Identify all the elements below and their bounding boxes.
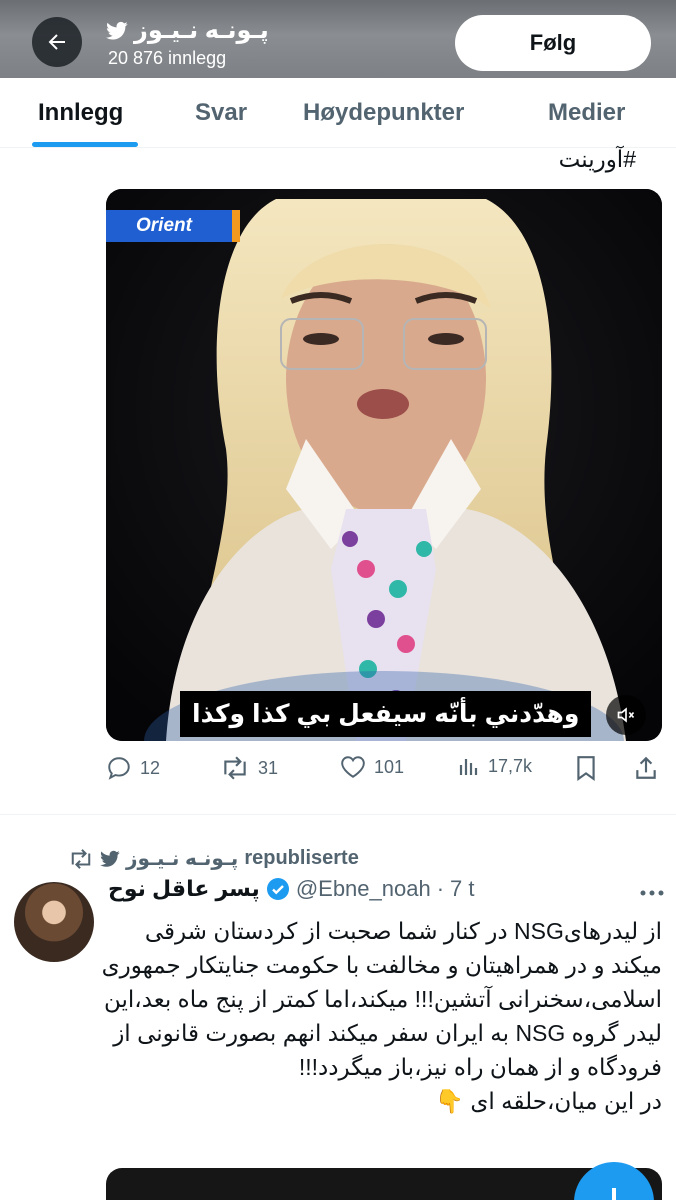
dot-separator: · — [436, 876, 445, 901]
views-chart-icon — [459, 759, 478, 775]
orient-logo-text: Orient — [136, 215, 192, 236]
profile-name: پـونـه نـیـوز — [134, 17, 269, 44]
back-button[interactable] — [32, 17, 82, 67]
mute-button[interactable] — [606, 695, 646, 735]
video-caption: وهدّدني بأنّه سيفعل بي كذا وكذا — [180, 691, 592, 737]
bookmark-icon — [577, 756, 595, 781]
tab-posts[interactable]: Innlegg — [38, 78, 123, 148]
views-count: 17,7k — [488, 755, 533, 776]
reply-count: 12 — [140, 757, 161, 778]
post-video[interactable]: Orient وهدّدني بأنّه سيفعل بي كذا وكذا — [106, 189, 662, 741]
repost-action[interactable]: 31 — [220, 755, 278, 781]
heart-icon — [341, 756, 365, 778]
repost-indicator[interactable]: پـونـه نـیـوز republiserte — [68, 846, 359, 871]
repost-icon — [71, 848, 91, 869]
active-tab-indicator — [32, 142, 138, 147]
post-time[interactable]: 7 t — [450, 876, 474, 902]
post-author-line: پسر عاقل نوح @Ebne_noah · 7 t — [108, 876, 475, 902]
post-hashtag[interactable]: #آورینت — [559, 146, 636, 173]
reply-action[interactable]: 12 — [106, 755, 160, 781]
bookmark-action[interactable] — [575, 755, 597, 781]
share-icon — [636, 756, 656, 779]
like-action[interactable]: 101 — [340, 755, 404, 779]
repost-by: پـونـه نـیـوز — [126, 848, 239, 870]
share-action[interactable] — [634, 755, 658, 781]
video-frame — [106, 189, 662, 741]
profile-title: پـونـه نـیـوز — [106, 16, 269, 45]
reply-icon — [108, 757, 130, 780]
twitter-bird-icon — [106, 21, 128, 40]
views-action[interactable]: 17,7k — [458, 755, 532, 777]
repost-icon — [224, 756, 246, 780]
profile-tabs: Innlegg Svar Høydepunkter Medier — [0, 78, 676, 148]
post-text: از لیدرهایNSG در کنار شما صحبت از کردستا… — [101, 918, 662, 1114]
tab-replies[interactable]: Svar — [195, 78, 247, 148]
more-dots-icon — [640, 890, 664, 896]
author-avatar[interactable] — [14, 882, 94, 962]
logo-accent — [232, 210, 240, 242]
tab-media[interactable]: Medier — [548, 78, 625, 148]
compose-button[interactable] — [574, 1162, 654, 1200]
profile-header: پـونـه نـیـوز 20 876 innlegg Følg — [0, 0, 676, 78]
orient-logo: Orient — [106, 210, 240, 242]
author-handle[interactable]: @Ebne_noah — [296, 876, 431, 902]
more-options-button[interactable] — [634, 878, 670, 908]
speaker-muted-icon — [617, 707, 635, 723]
twitter-bird-icon — [100, 850, 120, 867]
author-name[interactable]: پسر عاقل نوح — [108, 876, 260, 902]
post-count: 20 876 innlegg — [108, 48, 227, 68]
post-divider — [0, 814, 676, 815]
verified-badge-icon — [266, 878, 289, 900]
repost-label: republiserte — [244, 847, 359, 869]
repost-count: 31 — [258, 757, 279, 778]
follow-button[interactable]: Følg — [455, 15, 651, 71]
like-count: 101 — [374, 756, 405, 777]
tab-highlights[interactable]: Høydepunkter — [303, 78, 464, 148]
plus-icon — [600, 1188, 628, 1200]
arrow-left-icon — [48, 34, 65, 50]
